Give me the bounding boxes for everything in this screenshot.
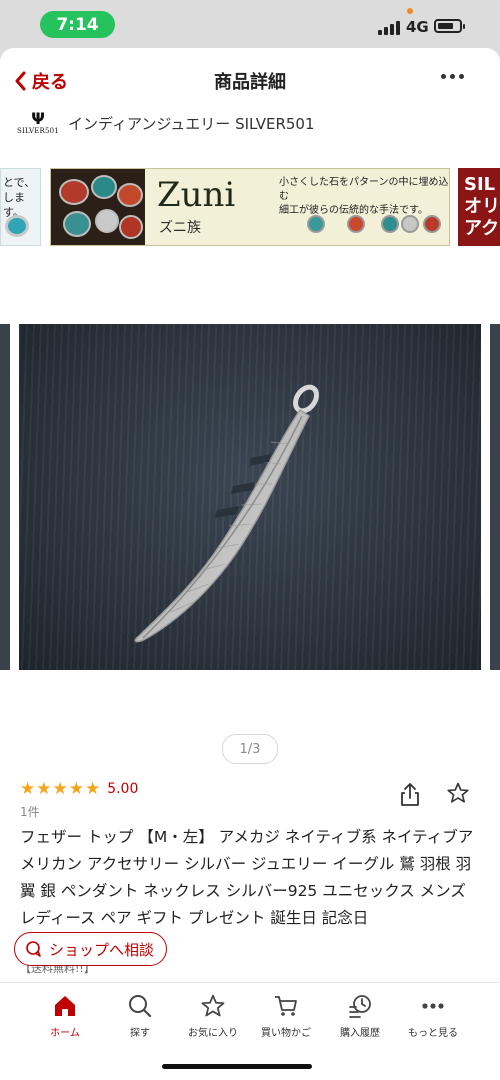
shop-logo: Ψ SILVER501 bbox=[16, 106, 60, 140]
tab-label: ホーム bbox=[50, 1028, 80, 1039]
shop-name[interactable]: インディアンジュエリー SILVER501 bbox=[68, 113, 315, 134]
nav-bar: 戻る 商品詳細 bbox=[0, 48, 500, 110]
jewelry-photo bbox=[51, 169, 145, 245]
shop-header[interactable]: Ψ SILVER501 インディアンジュエリー SILVER501 bbox=[16, 106, 315, 140]
battery-icon bbox=[434, 19, 465, 33]
product-detail-sheet: 戻る 商品詳細 Ψ SILVER501 インディアンジュエリー SILVER50… bbox=[0, 48, 500, 1080]
dot-icon bbox=[441, 74, 446, 79]
bottom-tab-bar: ホーム 探す お気に入り 買い物かご 購入履歴 もっと見る bbox=[0, 982, 500, 1049]
tab-more[interactable]: もっと見る bbox=[393, 991, 473, 1039]
banner-prev[interactable]: とで、 します。 bbox=[0, 168, 41, 246]
home-indicator[interactable] bbox=[162, 1064, 312, 1069]
rating-row[interactable]: ★★★★★ 5.00 bbox=[20, 779, 138, 799]
feather-pendant-image bbox=[134, 384, 319, 643]
tab-label: 購入履歴 bbox=[340, 1028, 380, 1039]
chevron-left-icon bbox=[15, 71, 26, 91]
banner-items bbox=[263, 209, 449, 243]
shop-logo-text: SILVER501 bbox=[17, 127, 59, 135]
signal-icon bbox=[378, 21, 400, 35]
banner-next[interactable]: SIL オリ アク bbox=[458, 168, 500, 246]
image-pager: 1/3 bbox=[222, 734, 278, 764]
consult-label: ショップへ相談 bbox=[49, 940, 155, 959]
next-image-peek[interactable] bbox=[490, 324, 500, 670]
rating-stars: ★★★★★ bbox=[20, 779, 102, 799]
star-outline-icon bbox=[447, 782, 469, 803]
more-options-button[interactable] bbox=[441, 74, 464, 79]
back-button[interactable]: 戻る bbox=[14, 68, 68, 94]
tab-label: 探す bbox=[130, 1028, 150, 1039]
shop-consult-button[interactable]: ショップへ相談 bbox=[14, 932, 168, 966]
more-icon bbox=[422, 1003, 444, 1009]
status-time: 7:14 bbox=[40, 11, 115, 38]
search-icon bbox=[129, 995, 152, 1018]
tab-search[interactable]: 探す bbox=[100, 991, 180, 1039]
page-title: 商品詳細 bbox=[214, 72, 286, 93]
share-icon bbox=[401, 783, 419, 806]
tab-history[interactable]: 購入履歴 bbox=[320, 991, 400, 1039]
status-bar: 7:14 4G bbox=[0, 0, 500, 48]
prev-image-peek[interactable] bbox=[0, 324, 10, 670]
product-title: フェザー トップ 【M・左】 アメカジ ネイティブ系 ネイティブアメリカン アク… bbox=[20, 828, 474, 927]
rating-value: 5.00 bbox=[107, 781, 139, 797]
history-icon bbox=[349, 995, 371, 1018]
banner-zuni[interactable]: Zuni ズニ族 小さくした石をパターンの中に埋め込む 細工が彼らの伝統的な手法… bbox=[50, 168, 450, 246]
banner-subtitle: ズニ族 bbox=[159, 220, 201, 236]
star-icon bbox=[201, 994, 225, 1017]
home-icon bbox=[55, 996, 75, 1016]
banner-prev-text: とで、 します。 bbox=[3, 176, 36, 219]
banner-carousel: とで、 します。 Zuni ズニ族 小さくした石をパターンの中に埋め込む 細工が… bbox=[0, 168, 500, 246]
tab-label: もっと見る bbox=[408, 1028, 458, 1039]
product-image[interactable] bbox=[19, 324, 481, 670]
tab-favorites[interactable]: お気に入り bbox=[173, 991, 253, 1039]
favorite-button[interactable] bbox=[446, 781, 470, 809]
tab-home[interactable]: ホーム bbox=[25, 991, 105, 1039]
cart-icon bbox=[275, 996, 297, 1016]
back-label: 戻る bbox=[32, 72, 68, 93]
share-button[interactable] bbox=[399, 781, 421, 811]
tab-cart[interactable]: 買い物かご bbox=[246, 991, 326, 1039]
shop-logo-mark: Ψ bbox=[31, 109, 45, 128]
banner-desc-line: 小さくした石をパターンの中に埋め込む bbox=[279, 177, 449, 202]
review-count[interactable]: 1件 bbox=[20, 803, 40, 820]
ring-image bbox=[5, 215, 29, 237]
chat-icon bbox=[26, 941, 41, 957]
tab-label: 買い物かご bbox=[261, 1028, 311, 1039]
tab-label: お気に入り bbox=[188, 1028, 238, 1039]
banner-next-text: SIL オリ アク bbox=[464, 174, 500, 239]
banner-title: Zuni bbox=[157, 175, 236, 215]
network-label: 4G bbox=[406, 18, 429, 36]
privacy-indicator-dot bbox=[407, 8, 413, 14]
product-image-gallery[interactable] bbox=[0, 324, 500, 670]
